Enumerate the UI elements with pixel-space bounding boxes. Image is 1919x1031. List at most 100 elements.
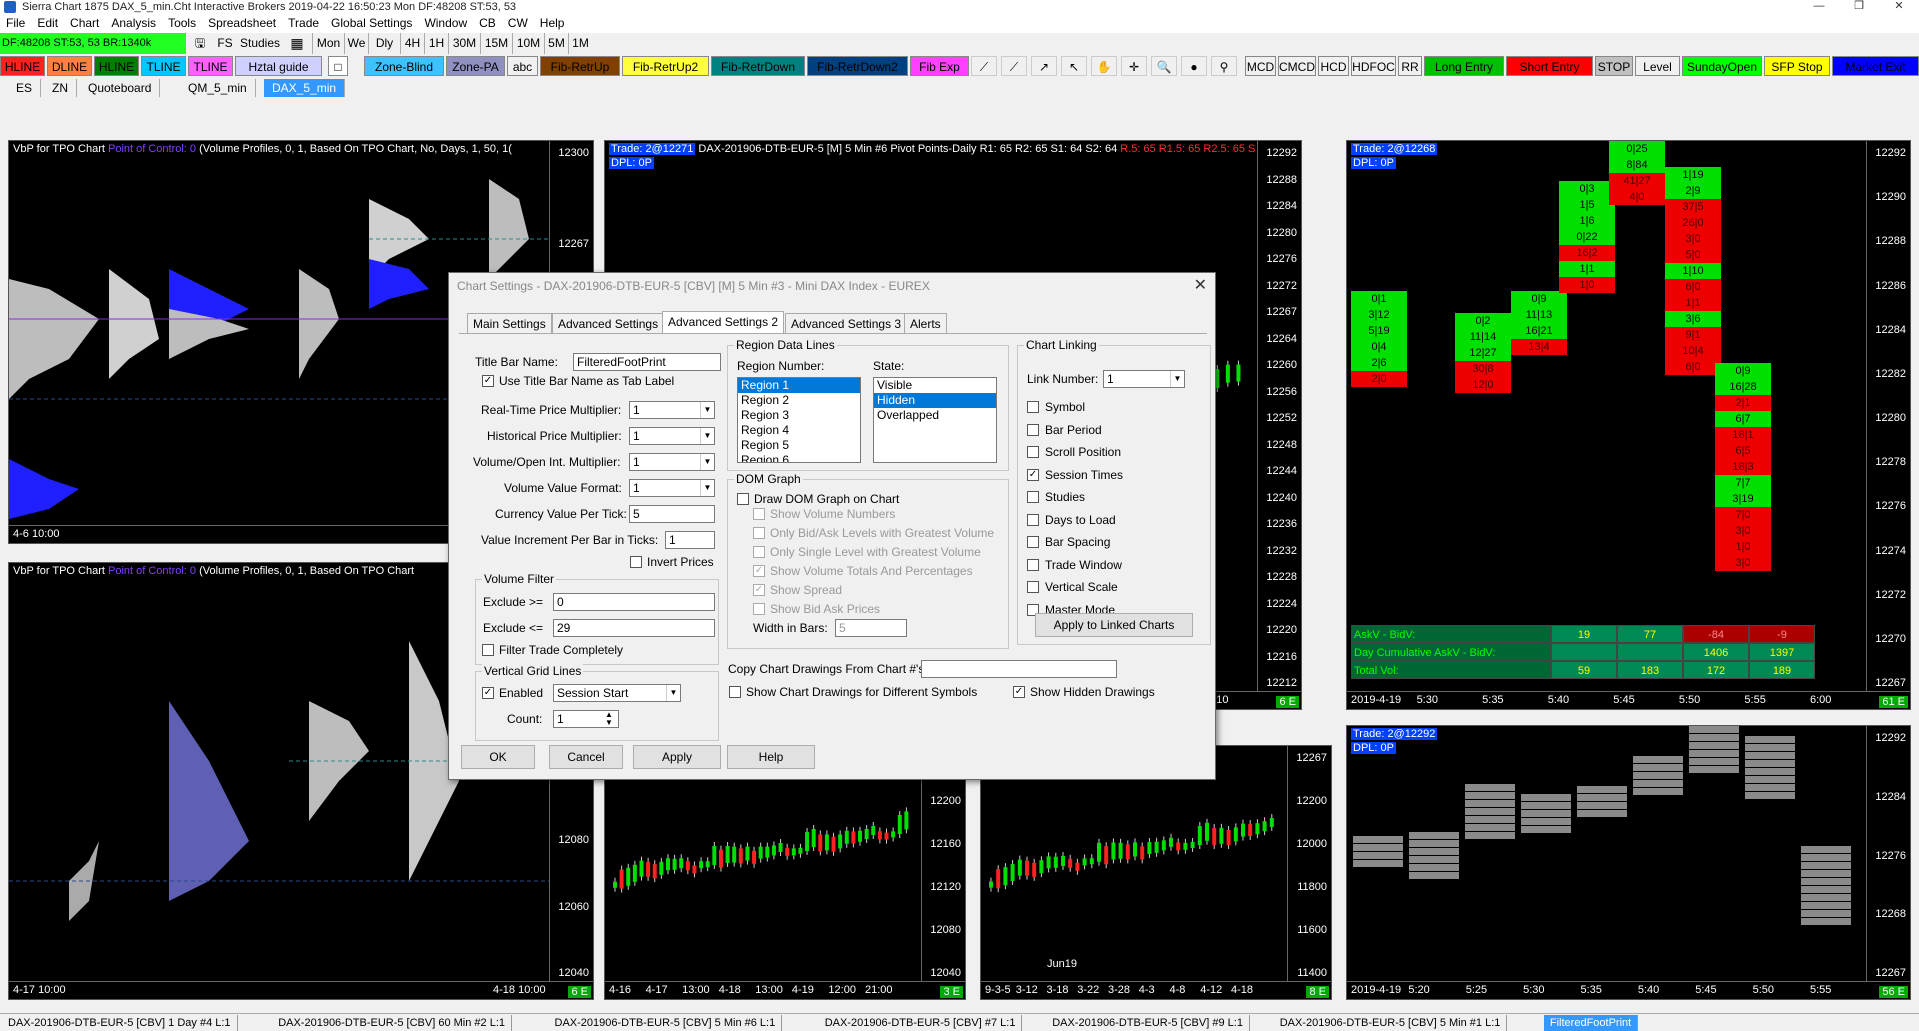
drawing-button-stop[interactable]: STOP [1595, 56, 1633, 76]
save-icon[interactable]: 🖫 [190, 33, 210, 54]
drawing-button-market-exit[interactable]: Market Exit [1832, 56, 1919, 76]
chart-tab-zn[interactable]: ZN [44, 79, 77, 97]
vgrid-mode-select[interactable]: Session Start ▼ [553, 684, 681, 702]
chart-tab-dax-5-min[interactable]: DAX_5_min [264, 79, 346, 97]
chart-tab-es[interactable]: ES [8, 79, 42, 97]
chart-tab-quoteboard[interactable]: Quoteboard [80, 79, 161, 97]
chartbook-tab[interactable]: DAX-201906-DTB-EUR-5 [CBV] 5 Min #6 L:1 [549, 1015, 783, 1031]
region-item[interactable]: Region 6 [738, 453, 860, 462]
ok-button[interactable]: OK [461, 745, 535, 769]
currency-tick-input[interactable]: 5 [629, 505, 715, 523]
dom-option-checkbox[interactable] [753, 508, 765, 520]
menu-trade[interactable]: Trade [282, 14, 325, 33]
drawing-button-sundayopen[interactable]: SundayOpen [1682, 56, 1762, 76]
tab-advanced-settings-2[interactable]: Advanced Settings 2 [662, 311, 785, 333]
period-button-dly[interactable]: Dly [368, 33, 400, 54]
dom-option-checkbox[interactable]: ✓ [753, 565, 765, 577]
tab-advanced-settings[interactable]: Advanced Settings [552, 313, 665, 333]
title-bar-name-input[interactable]: FilteredFootPrint [573, 353, 721, 371]
drawing-button-tline[interactable]: TLINE [141, 56, 186, 76]
chartbook-tab[interactable]: DAX-201906-DTB-EUR-5 [CBV] 1 Day #4 L:1 [2, 1015, 238, 1031]
drawing-button-fib-retrdown2[interactable]: Fib-RetrDown2 [807, 56, 908, 76]
width-bars-input[interactable]: 5 [835, 619, 907, 637]
spinner-arrows-icon[interactable]: ▲ ▼ [605, 711, 613, 727]
link-scroll-position-checkbox[interactable] [1027, 446, 1039, 458]
period-button-1m[interactable]: 1M [568, 33, 592, 54]
menu-chart[interactable]: Chart [64, 14, 105, 33]
menu-help[interactable]: Help [534, 14, 571, 33]
drawing-button-level[interactable]: Level [1635, 56, 1680, 76]
state-item[interactable]: Hidden [874, 393, 996, 408]
maximize-button[interactable]: ❒ [1839, 0, 1879, 14]
period-button-4h[interactable]: 4H [400, 33, 424, 54]
drawing-button-cmcd[interactable]: CMCD [1278, 56, 1316, 76]
menu-window[interactable]: Window [418, 14, 473, 33]
crosshair-icon[interactable]: ✛ [1121, 56, 1147, 76]
drawing-button-hline[interactable]: HLINE [94, 56, 139, 76]
dom-option-checkbox[interactable]: ✓ [753, 584, 765, 596]
drawing-button-dline[interactable]: DLINE [47, 56, 92, 76]
chartbook-tab[interactable]: DAX-201906-DTB-EUR-5 [CBV] 5 Min #1 L:1 [1274, 1015, 1508, 1031]
vol-format-select[interactable]: 1 ▼ [629, 479, 715, 497]
period-button-mon[interactable]: Mon [312, 33, 344, 54]
menu-edit[interactable]: Edit [31, 14, 64, 33]
chart-tab-qm-5-min[interactable]: QM_5_min [180, 79, 256, 97]
drawing-button-hztal-guide[interactable]: Hztal guide [235, 56, 322, 76]
drawing-button-mcd[interactable]: MCD [1245, 56, 1276, 76]
dom-option-checkbox[interactable] [753, 527, 765, 539]
exclude-ge-input[interactable]: 0 [553, 593, 715, 611]
chartbook-tab[interactable]: FilteredFootPrint [1543, 1015, 1639, 1031]
close-window-button[interactable]: ✕ [1879, 0, 1919, 14]
menu-file[interactable]: File [0, 14, 31, 33]
link-days-to-load-checkbox[interactable] [1027, 513, 1039, 526]
show-diff-symbols-checkbox[interactable] [729, 686, 741, 698]
chartbook-tab[interactable]: DAX-201906-DTB-EUR-5 [CBV] #9 L:1 [1046, 1015, 1250, 1031]
drawing-button-fib-retrup[interactable]: Fib-RetrUp [540, 56, 620, 76]
region-listbox[interactable]: Region 1 Region 2 Region 3 Region 4 Region 5… [737, 377, 861, 463]
zoom-icon[interactable]: 🔍 [1151, 56, 1177, 76]
drawing-button-zone-blind[interactable]: Zone-Blind [364, 56, 444, 76]
link-session-times-checkbox[interactable]: ✓ [1027, 468, 1039, 481]
state-item[interactable]: Overlapped [874, 408, 996, 423]
drawing-button-hdfoc[interactable]: HDFOC [1351, 56, 1396, 76]
help-button[interactable]: Help [727, 745, 815, 769]
menu-global-settings[interactable]: Global Settings [325, 14, 418, 33]
exclude-le-input[interactable]: 29 [553, 619, 715, 637]
link-number-select[interactable]: 1 ▼ [1103, 370, 1185, 388]
ray-tool-icon[interactable]: ⟋ [1001, 56, 1027, 76]
menu-cb[interactable]: CB [473, 14, 502, 33]
drawing-button-long-entry[interactable]: Long Entry [1424, 56, 1504, 76]
chartbook-tab[interactable]: DAX-201906-DTB-EUR-5 [CBV] 60 Min #2 L:1 [272, 1015, 513, 1031]
use-title-as-tab-checkbox[interactable]: ✓ [482, 375, 494, 387]
draw-dom-checkbox[interactable] [737, 493, 749, 505]
show-hidden-drawings-checkbox[interactable]: ✓ [1013, 686, 1025, 698]
vgrid-enabled-checkbox[interactable]: ✓ [482, 687, 494, 699]
minimize-button[interactable]: — [1799, 0, 1839, 14]
filter-trade-checkbox[interactable] [482, 644, 494, 656]
tab-alerts[interactable]: Alerts [904, 313, 947, 333]
link-vertical-scale-checkbox[interactable] [1027, 581, 1039, 593]
region-item[interactable]: Region 1 [738, 378, 860, 393]
drawing-button-hcd[interactable]: HCD [1318, 56, 1349, 76]
chart-daily[interactable]: Jun19 12267 12200 12000 11800 11600 11400 9-3… [980, 745, 1332, 1000]
link-trade-window-checkbox[interactable] [1027, 558, 1039, 571]
period-button-10m[interactable]: 10M [512, 33, 544, 54]
fs-button[interactable]: FS [214, 33, 236, 54]
menu-analysis[interactable]: Analysis [105, 14, 162, 33]
menu-spreadsheet[interactable]: Spreadsheet [202, 14, 282, 33]
state-listbox[interactable]: Visible Hidden Overlapped [873, 377, 997, 463]
drawing-button-tline[interactable]: TLINE [188, 56, 233, 76]
drawing-button-hline[interactable]: HLINE [0, 56, 45, 76]
hand-icon[interactable]: ✋ [1091, 56, 1117, 76]
tsi-icon[interactable]: ▦ [286, 33, 308, 54]
studies-button[interactable]: Studies [238, 33, 282, 54]
link-bar-period-checkbox[interactable] [1027, 423, 1039, 436]
cancel-button[interactable]: Cancel [549, 745, 623, 769]
close-icon[interactable]: ✕ [1194, 275, 1207, 295]
chart-60min[interactable]: 122401220012160121201208012040 4-164-171… [604, 745, 966, 1000]
region-item[interactable]: Region 5 [738, 438, 860, 453]
chart-footprint[interactable]: Trade: 2@12268 DPL: 0P 0|1 3|12 5|19 0|4 2|6… [1346, 140, 1911, 710]
period-button-30m[interactable]: 30M [448, 33, 480, 54]
drawing-button-fib-retrdown[interactable]: Fib-RetrDown [711, 56, 805, 76]
drawing-button-abc[interactable]: abc [507, 56, 538, 76]
